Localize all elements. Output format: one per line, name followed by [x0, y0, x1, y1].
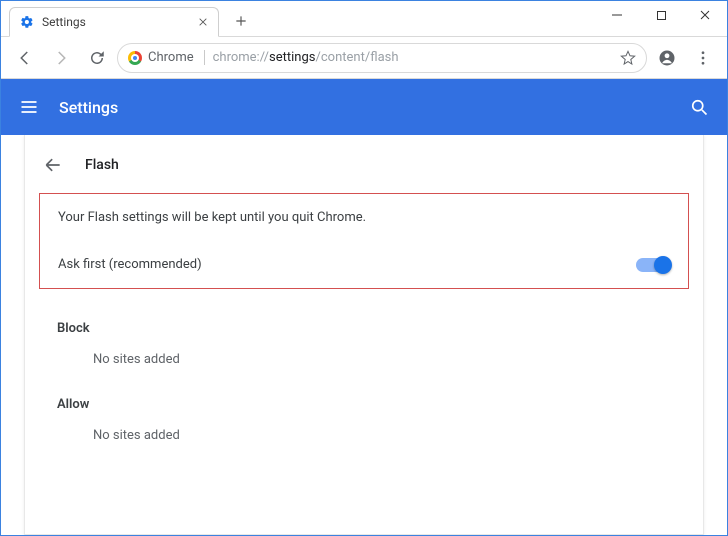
flash-notice-row: Your Flash settings will be kept until y… — [58, 194, 670, 241]
page-title: Settings — [59, 98, 669, 117]
browser-toolbar: Chrome chrome://settings/content/flash — [1, 37, 727, 79]
block-empty-message: No sites added — [25, 348, 703, 387]
back-button[interactable] — [9, 42, 41, 74]
allow-empty-message: No sites added — [25, 424, 703, 463]
reload-button[interactable] — [81, 42, 113, 74]
kebab-menu-icon[interactable] — [687, 42, 719, 74]
card-header: Flash — [25, 151, 703, 189]
ask-first-label: Ask first (recommended) — [58, 257, 636, 272]
window-titlebar: Settings — [1, 1, 727, 37]
search-icon[interactable] — [687, 95, 711, 119]
bookmark-star-icon[interactable] — [620, 50, 636, 66]
flash-notice-text: Your Flash settings will be kept until y… — [58, 210, 670, 225]
forward-button[interactable] — [45, 42, 77, 74]
content-area: Flash Your Flash settings will be kept u… — [1, 135, 727, 535]
new-tab-button[interactable] — [227, 7, 255, 35]
chrome-origin-label: Chrome — [148, 50, 194, 65]
allow-section-label: Allow — [25, 387, 703, 424]
browser-tab[interactable]: Settings — [9, 7, 219, 37]
window-controls — [595, 1, 727, 29]
chrome-origin-chip: Chrome — [128, 50, 205, 65]
ask-first-toggle[interactable] — [636, 258, 670, 272]
block-section-label: Block — [25, 311, 703, 348]
profile-button[interactable] — [651, 42, 683, 74]
gear-icon — [20, 15, 34, 29]
maximize-button[interactable] — [639, 1, 683, 29]
toggle-thumb — [654, 256, 672, 274]
back-arrow-icon[interactable] — [43, 155, 63, 175]
settings-card: Flash Your Flash settings will be kept u… — [24, 135, 704, 535]
highlighted-settings-box: Your Flash settings will be kept until y… — [39, 193, 689, 289]
tab-title: Settings — [42, 15, 190, 29]
minimize-button[interactable] — [595, 1, 639, 29]
url-text: chrome://settings/content/flash — [213, 50, 612, 65]
close-icon[interactable] — [198, 17, 208, 27]
hamburger-menu-icon[interactable] — [17, 95, 41, 119]
chrome-icon — [128, 51, 142, 65]
address-bar[interactable]: Chrome chrome://settings/content/flash — [117, 43, 647, 73]
window-close-button[interactable] — [683, 1, 727, 29]
ask-first-row: Ask first (recommended) — [58, 241, 670, 288]
settings-header: Settings — [1, 79, 727, 135]
section-title: Flash — [85, 157, 119, 173]
